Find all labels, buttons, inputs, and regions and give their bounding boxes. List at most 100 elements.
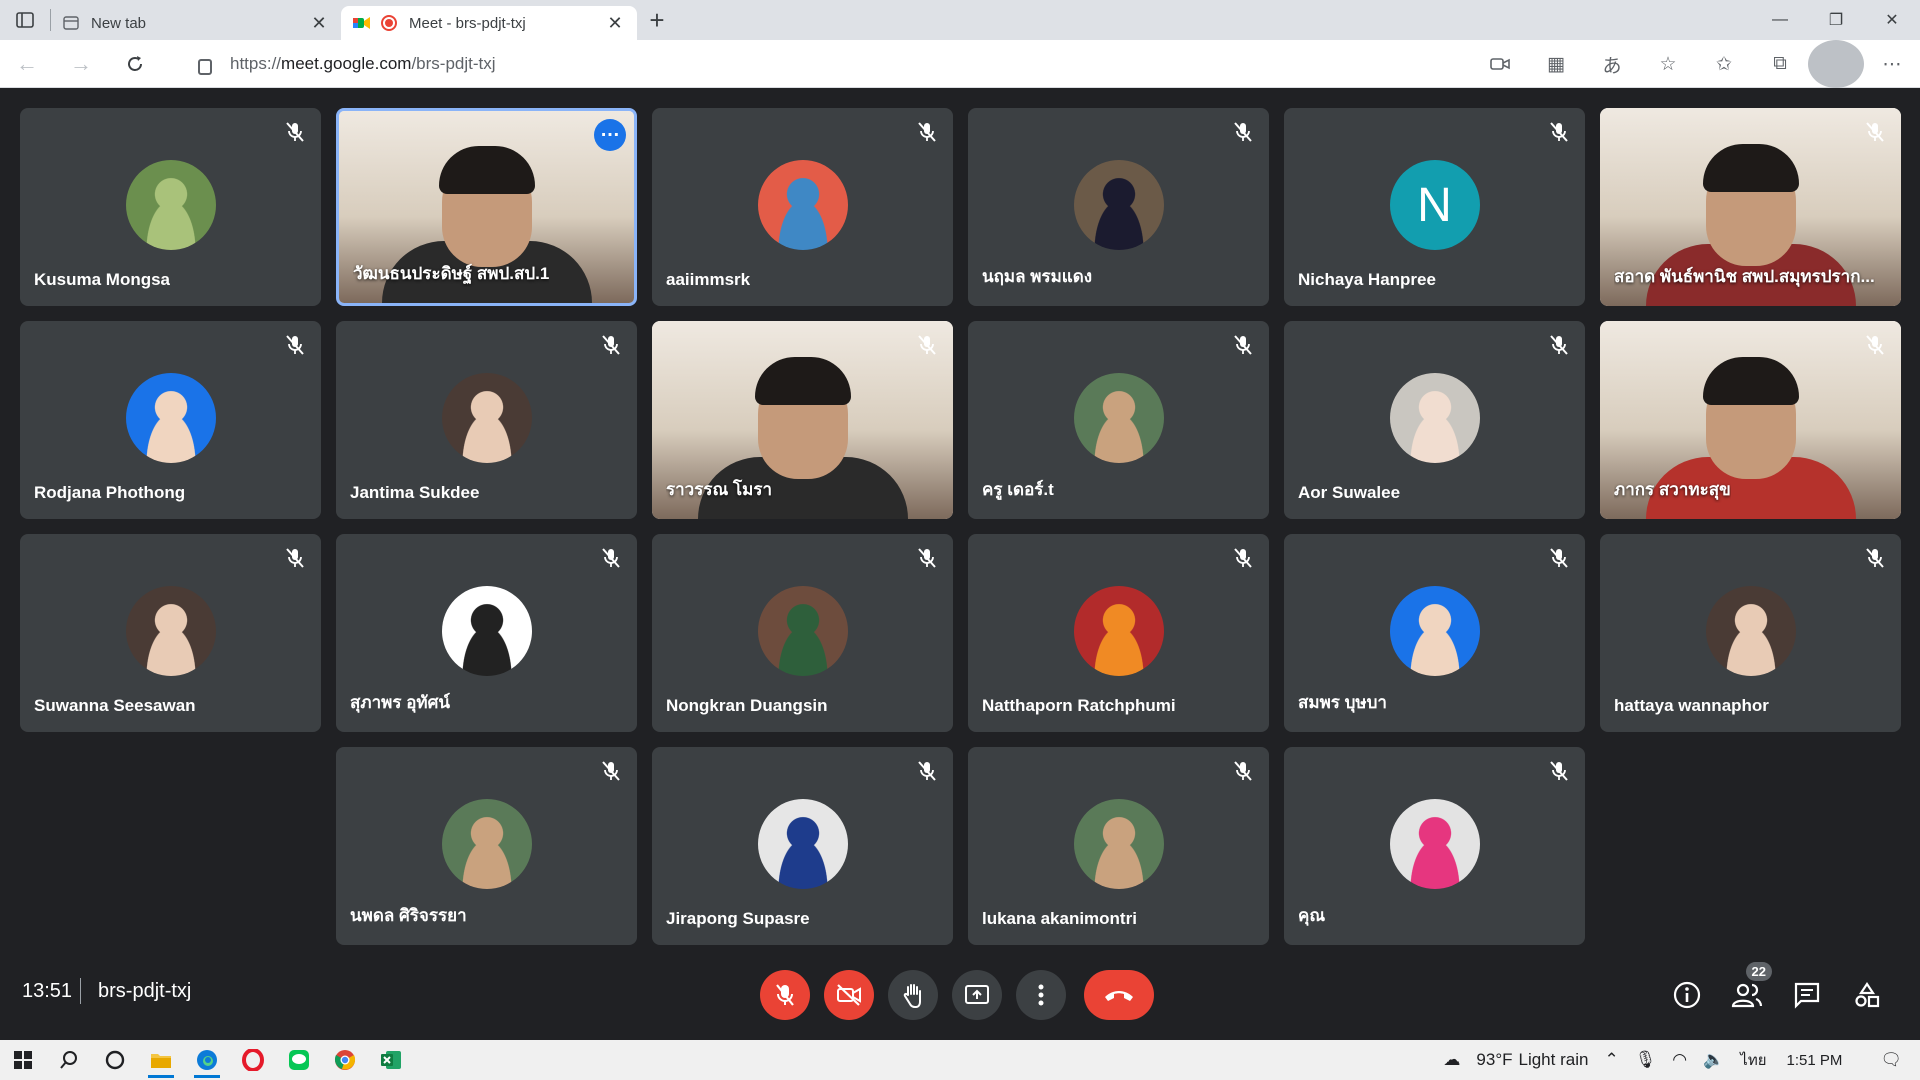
- mic-off-icon: [1234, 122, 1252, 142]
- tab-new-tab[interactable]: New tab ✕: [51, 6, 341, 40]
- line-icon: [289, 1050, 309, 1070]
- mic-off-icon: [1866, 548, 1884, 568]
- present-screen-button[interactable]: [952, 970, 1002, 1020]
- avatar: [441, 373, 532, 463]
- new-tab-button[interactable]: +: [637, 0, 677, 40]
- mic-off-icon: [1550, 122, 1568, 142]
- participant-tile[interactable]: ครู เดอร์.t: [968, 321, 1269, 519]
- restore-icon[interactable]: ❐: [1808, 0, 1864, 40]
- google-meet-icon: [353, 17, 370, 29]
- start-button[interactable]: [0, 1040, 46, 1080]
- participant-tile[interactable]: Jirapong Supasre: [652, 747, 953, 945]
- avatar: [1389, 373, 1480, 463]
- translate-icon[interactable]: あ: [1584, 40, 1640, 88]
- participant-name: hattaya wannaphor: [1614, 696, 1769, 715]
- close-tab-icon[interactable]: ✕: [309, 13, 329, 34]
- participants-button[interactable]: 22: [1726, 962, 1772, 1016]
- temperature[interactable]: 93°F: [1476, 1050, 1512, 1070]
- excel-button[interactable]: [368, 1040, 414, 1080]
- close-window-icon[interactable]: ✕: [1864, 0, 1920, 40]
- mic-off-icon: [1866, 122, 1884, 142]
- leave-call-button[interactable]: [1084, 970, 1154, 1020]
- participant-tile[interactable]: Rodjana Phothong: [20, 321, 321, 519]
- recording-icon: [381, 15, 397, 31]
- participant-tile[interactable]: นพดล ศิริจรรยา: [336, 747, 637, 945]
- add-favorite-icon[interactable]: ☆: [1640, 40, 1696, 88]
- search-button[interactable]: [46, 1040, 92, 1080]
- chrome-button[interactable]: [322, 1040, 368, 1080]
- participant-tile[interactable]: lukana akanimontri: [968, 747, 1269, 945]
- back-button[interactable]: ←: [0, 40, 54, 88]
- page-icon: [63, 16, 79, 30]
- apps-icon[interactable]: ▦: [1528, 40, 1584, 88]
- hang-up-icon: [1105, 991, 1133, 1001]
- participant-tile[interactable]: Jantima Sukdee: [336, 321, 637, 519]
- info-icon: [1673, 981, 1701, 1009]
- profile-avatar[interactable]: [1808, 40, 1864, 88]
- volume-icon[interactable]: 🔈: [1703, 1050, 1724, 1070]
- avatar: [1073, 373, 1164, 463]
- participant-tile[interactable]: Suwanna Seesawan: [20, 534, 321, 732]
- camera-permission-icon[interactable]: [1472, 40, 1528, 88]
- participant-tile[interactable]: Aor Suwalee: [1284, 321, 1585, 519]
- participant-name: aaiimmsrk: [666, 270, 751, 289]
- collections-icon[interactable]: ⧉: [1752, 40, 1808, 88]
- participant-tile[interactable]: สมพร บุษบา: [1284, 534, 1585, 732]
- meeting-details-button[interactable]: [1666, 974, 1708, 1016]
- url-input[interactable]: https:// meet.google.com /brs-pdjt-txj: [180, 46, 1540, 82]
- file-explorer-button[interactable]: [138, 1040, 184, 1080]
- tab-meet[interactable]: Meet - brs-pdjt-txj ✕: [341, 6, 637, 40]
- close-tab-icon[interactable]: ✕: [605, 13, 625, 34]
- participant-tile[interactable]: … วัฒนธนประดิษฐ์ สพป.สป.1: [336, 108, 637, 306]
- microphone-icon[interactable]: 🎙: [1635, 1050, 1657, 1070]
- clock[interactable]: 1:51 PM: [1787, 1052, 1843, 1069]
- mic-off-icon: [918, 335, 936, 355]
- participant-tile[interactable]: aaiimmsrk: [652, 108, 953, 306]
- activities-button[interactable]: [1846, 974, 1888, 1016]
- input-language[interactable]: ไทย: [1740, 1048, 1766, 1072]
- windows-taskbar: ☁ 93°F Light rain ⌃ 🎙 ◠ 🔈 ไทย 1:51 PM 🗨: [0, 1040, 1920, 1080]
- mic-off-icon: [286, 122, 304, 142]
- avatar: [757, 799, 848, 889]
- participant-tile[interactable]: Kusuma Mongsa: [20, 108, 321, 306]
- line-app-button[interactable]: [276, 1040, 322, 1080]
- microphone-toggle-button[interactable]: [760, 970, 810, 1020]
- participant-tile[interactable]: ภากร สวาทะสุข: [1600, 321, 1901, 519]
- weather-text[interactable]: Light rain: [1519, 1050, 1589, 1070]
- mic-off-icon: [602, 335, 620, 355]
- refresh-button[interactable]: [108, 40, 162, 88]
- tab-title: New tab: [91, 14, 147, 32]
- chat-button[interactable]: [1786, 974, 1828, 1016]
- camera-toggle-button[interactable]: [824, 970, 874, 1020]
- more-options-button[interactable]: [1016, 970, 1066, 1020]
- forward-button[interactable]: →: [54, 40, 108, 88]
- more-options-icon[interactable]: …: [594, 119, 626, 151]
- favorites-icon[interactable]: ✩: [1696, 40, 1752, 88]
- cortana-icon: [105, 1050, 125, 1070]
- participant-tile[interactable]: Natthaporn Ratchphumi: [968, 534, 1269, 732]
- participant-tile[interactable]: คุณ: [1284, 747, 1585, 945]
- raise-hand-button[interactable]: [888, 970, 938, 1020]
- participant-tile[interactable]: hattaya wannaphor: [1600, 534, 1901, 732]
- wifi-icon[interactable]: ◠: [1672, 1050, 1687, 1070]
- mic-off-icon: [1550, 761, 1568, 781]
- participant-tile[interactable]: สอาด พันธ์พานิช สพป.สมุทรปราก...: [1600, 108, 1901, 306]
- chevron-up-icon[interactable]: ⌃: [1604, 1050, 1618, 1070]
- participant-name: Aor Suwalee: [1298, 483, 1401, 502]
- notification-icon[interactable]: 🗨: [1880, 1050, 1902, 1070]
- participant-name: Kusuma Mongsa: [34, 270, 171, 289]
- minimize-icon[interactable]: —: [1752, 0, 1808, 40]
- participant-tile[interactable]: สุภาพร อุทัศน์: [336, 534, 637, 732]
- avatar: [1073, 799, 1164, 889]
- participant-tile[interactable]: N Nichaya Hanpree: [1284, 108, 1585, 306]
- avatar: [1705, 586, 1796, 676]
- more-options-icon[interactable]: ⋯: [1864, 40, 1920, 88]
- tab-actions-button[interactable]: [0, 0, 50, 40]
- avatar: [1389, 586, 1480, 676]
- participant-tile[interactable]: ราวรรณ โมรา: [652, 321, 953, 519]
- participant-tile[interactable]: Nongkran Duangsin: [652, 534, 953, 732]
- edge-button[interactable]: [184, 1040, 230, 1080]
- cortana-button[interactable]: [92, 1040, 138, 1080]
- participant-tile[interactable]: นฤมล พรมแดง: [968, 108, 1269, 306]
- opera-button[interactable]: [230, 1040, 276, 1080]
